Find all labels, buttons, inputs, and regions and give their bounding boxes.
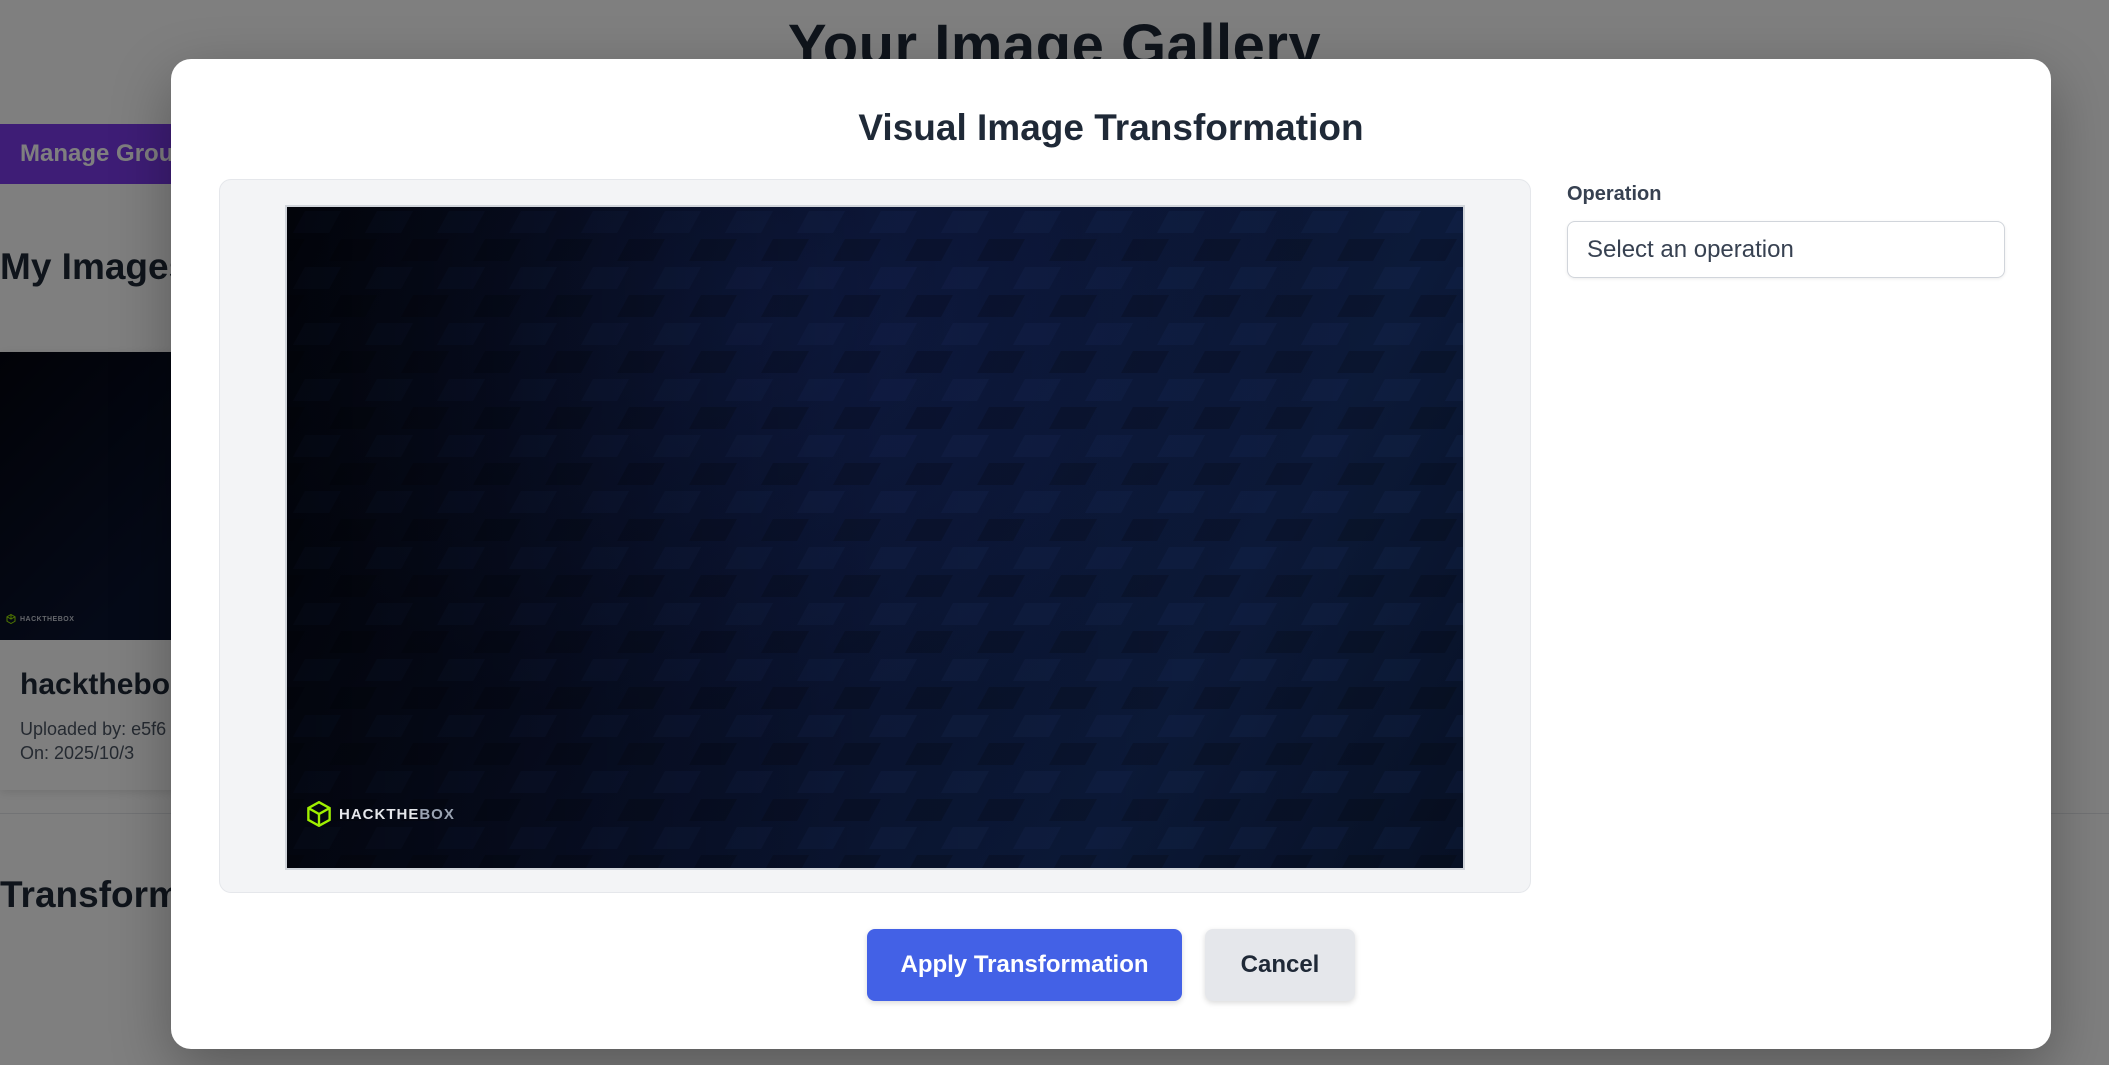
operation-select-value: Select an operation (1587, 235, 1794, 263)
cancel-button[interactable]: Cancel (1205, 929, 1355, 1001)
background-pattern (287, 207, 1463, 868)
transformation-modal: Visual Image Transformation HACKTHEBOX O… (171, 59, 2051, 1049)
image-preview-panel: HACKTHEBOX (219, 179, 1531, 893)
logo-text-main: HACKTHE (339, 805, 420, 823)
operation-select[interactable]: Select an operation (1567, 221, 2005, 278)
image-preview: HACKTHEBOX (285, 205, 1465, 870)
hackthebox-logo-text: HACKTHEBOX (339, 806, 455, 823)
apply-transformation-button[interactable]: Apply Transformation (867, 929, 1182, 1001)
hackthebox-logo: HACKTHEBOX (307, 801, 455, 827)
operation-label: Operation (1567, 183, 1662, 205)
modal-title: Visual Image Transformation (858, 107, 1364, 148)
logo-text-dim: BOX (419, 805, 455, 823)
hackthebox-cube-icon (307, 801, 331, 827)
